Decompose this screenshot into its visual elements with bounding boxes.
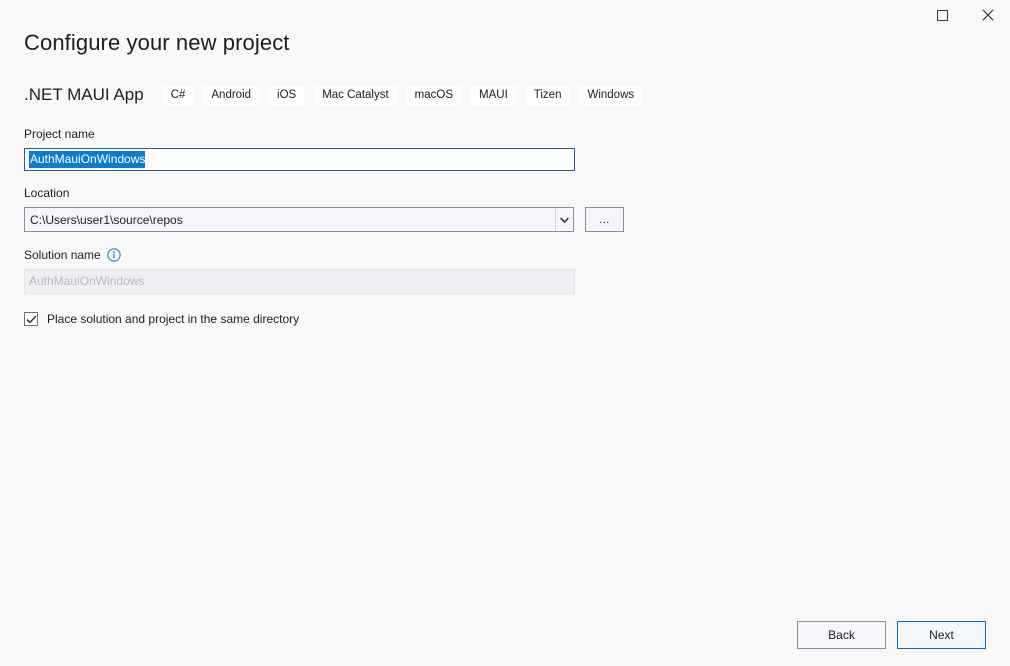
same-directory-label: Place solution and project in the same d…: [47, 312, 299, 326]
location-value: C:\Users\user1\source\repos: [30, 213, 183, 227]
solution-name-input[interactable]: AuthMauiOnWindows: [24, 269, 575, 294]
tag-tizen: Tizen: [525, 85, 571, 106]
tag-macos: macOS: [406, 85, 462, 106]
project-name-value: AuthMauiOnWindows: [29, 151, 145, 168]
solution-name-label-text: Solution name: [24, 247, 101, 263]
solution-name-label: Solution name: [24, 247, 624, 263]
same-directory-checkbox[interactable]: [24, 312, 38, 326]
solution-name-value: AuthMauiOnWindows: [29, 274, 144, 289]
tag-maui: MAUI: [470, 85, 517, 106]
tag-android: Android: [202, 85, 260, 106]
configure-project-form: Project name AuthMauiOnWindows Location …: [24, 126, 624, 326]
next-button[interactable]: Next: [897, 621, 986, 649]
chevron-down-icon[interactable]: [555, 208, 573, 231]
template-summary: .NET MAUI App C# Android iOS Mac Catalys…: [24, 82, 643, 108]
close-button[interactable]: [965, 0, 1010, 30]
browse-location-button[interactable]: ...: [585, 207, 624, 232]
tag-ios: iOS: [268, 85, 305, 106]
location-label-text: Location: [24, 185, 69, 201]
info-icon[interactable]: [107, 248, 121, 262]
project-name-label-text: Project name: [24, 126, 95, 142]
location-row: C:\Users\user1\source\repos ...: [24, 207, 624, 232]
location-label: Location: [24, 185, 624, 201]
same-directory-checkbox-row[interactable]: Place solution and project in the same d…: [24, 312, 624, 326]
window-titlebar: [0, 0, 1010, 30]
project-name-label: Project name: [24, 126, 624, 142]
tag-windows: Windows: [578, 85, 643, 106]
project-name-field: Project name AuthMauiOnWindows: [24, 126, 624, 171]
tag-mac-catalyst: Mac Catalyst: [313, 85, 397, 106]
maximize-icon: [937, 10, 948, 21]
back-button[interactable]: Back: [797, 621, 886, 649]
location-field: Location C:\Users\user1\source\repos ...: [24, 185, 624, 232]
close-icon: [982, 9, 994, 21]
check-icon: [26, 315, 37, 324]
location-combobox[interactable]: C:\Users\user1\source\repos: [24, 207, 574, 232]
tag-csharp: C#: [162, 85, 195, 106]
maximize-button[interactable]: [920, 0, 965, 30]
dialog-footer: Back Next: [797, 621, 986, 649]
template-name: .NET MAUI App: [24, 85, 144, 105]
page-title: Configure your new project: [24, 28, 290, 58]
template-tag-list: C# Android iOS Mac Catalyst macOS MAUI T…: [162, 85, 643, 106]
project-name-input[interactable]: AuthMauiOnWindows: [24, 148, 575, 171]
solution-name-field: Solution name AuthMauiOnWindows: [24, 247, 624, 294]
